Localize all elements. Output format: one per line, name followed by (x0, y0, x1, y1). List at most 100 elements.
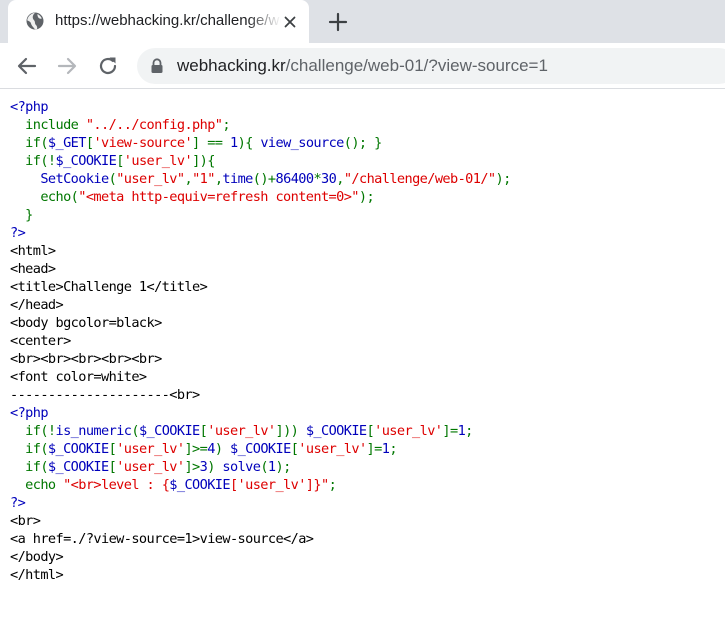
source-token: if( (10, 459, 48, 475)
source-token: 'user_lv' (116, 459, 185, 475)
source-token: <a href=./?view-source=1>view-source</a> (10, 531, 314, 547)
source-line: if($_GET['view-source'] == 1){ view_sour… (10, 134, 720, 152)
source-token: view_source (260, 135, 344, 151)
browser-tab[interactable]: https://webhacking.kr/challenge/web-01/?… (8, 0, 309, 43)
source-token: ]){ (192, 153, 215, 169)
source-token: echo( (10, 189, 79, 205)
source-token: , (184, 171, 193, 187)
source-token: ) (214, 441, 230, 457)
source-token: is_numeric (55, 423, 132, 439)
source-token: if( (10, 135, 48, 151)
source-line: include "../../config.php"; (10, 116, 720, 134)
source-token: "user_lv" (116, 171, 185, 187)
source-line: <head> (10, 260, 720, 278)
source-token: 'user_lv' (374, 423, 443, 439)
address-bar[interactable]: webhacking.kr/challenge/web-01/?view-sou… (137, 48, 725, 84)
source-token: ---------------------<br> (10, 387, 200, 403)
source-token: SetCookie (40, 171, 109, 187)
arrow-left-icon[interactable] (15, 54, 39, 78)
source-token: ; (222, 117, 230, 133)
source-token: 86400 (275, 171, 315, 187)
source-token: ; (389, 441, 397, 457)
source-line: echo("<meta http-equiv=refresh content=0… (10, 188, 720, 206)
source-line: <center> (10, 332, 720, 350)
source-line: </head> (10, 296, 720, 314)
source-line: if($_COOKIE['user_lv']>=4) $_COOKIE['use… (10, 440, 720, 458)
source-line: SetCookie("user_lv","1",time()+86400*30,… (10, 170, 720, 188)
url-host: webhacking.kr (177, 56, 286, 75)
source-token: <br><br><br><br><br> (10, 351, 162, 367)
source-token: <body bgcolor=black> (10, 315, 162, 331)
source-line: </body> (10, 548, 720, 566)
source-token: ] == (192, 135, 230, 151)
source-token: 'user_lv' (123, 153, 193, 169)
source-token: $_COOKIE (138, 423, 200, 439)
source-token: time (222, 171, 253, 187)
url-path: /challenge/web-01/?view-source=1 (285, 56, 548, 75)
source-line: if($_COOKIE['user_lv']>3) solve(1); (10, 458, 720, 476)
source-token: 30 (321, 171, 337, 187)
source-token: "../../config.php" (85, 117, 223, 133)
source-token: 'view-source' (93, 135, 193, 151)
source-token: $_COOKIE (47, 459, 109, 475)
source-token: solve (222, 459, 261, 475)
url-text[interactable]: webhacking.kr/challenge/web-01/?view-sou… (177, 56, 548, 76)
plus-icon[interactable] (327, 11, 349, 33)
source-line: ?> (10, 494, 720, 512)
source-token: 1 (267, 459, 276, 475)
source-token: ?> (10, 225, 26, 241)
lock-icon[interactable] (150, 58, 164, 74)
source-line: <body bgcolor=black> (10, 314, 720, 332)
source-token: ); (358, 189, 375, 205)
source-token: $_COOKIE (47, 441, 109, 457)
source-token: <br> (10, 513, 41, 529)
source-line: <title>Challenge 1</title> (10, 278, 720, 296)
source-token: * (313, 171, 322, 187)
source-line: <font color=white> (10, 368, 720, 386)
source-code-view: <?php include "../../config.php"; if($_G… (10, 98, 720, 598)
source-token: "1" (192, 171, 215, 187)
tab-strip: https://webhacking.kr/challenge/web-01/?… (0, 0, 725, 43)
source-token: ])) (275, 423, 306, 439)
source-token: if( (10, 441, 48, 457)
tab-title: https://webhacking.kr/challenge/web-01/?… (55, 12, 281, 29)
source-token: ]> (184, 459, 200, 475)
source-line: ?> (10, 224, 720, 242)
source-token: ; (328, 477, 337, 493)
source-token: ); (495, 171, 512, 187)
browser-toolbar: webhacking.kr/challenge/web-01/?view-sou… (0, 43, 725, 89)
source-token: $_COOKIE (169, 477, 230, 493)
arrow-right-icon[interactable] (55, 54, 79, 78)
source-token: [ (366, 423, 375, 439)
source-token: ['user_lv']}" (229, 477, 329, 493)
source-token: echo (10, 477, 64, 493)
globe-icon (26, 12, 44, 30)
source-token: $_GET (47, 135, 87, 151)
source-token: <title>Challenge 1</title> (10, 279, 208, 295)
close-icon[interactable] (282, 14, 298, 30)
source-token: ]>= (184, 441, 208, 457)
source-token: ?> (10, 495, 26, 511)
source-token: </html> (10, 567, 64, 583)
source-line: ---------------------<br> (10, 386, 720, 404)
source-line: <a href=./?view-source=1>view-source</a> (10, 530, 720, 548)
source-token: include (10, 117, 86, 133)
source-token (10, 171, 40, 187)
source-line: </html> (10, 566, 720, 584)
source-token: $_COOKIE (55, 153, 117, 169)
source-token: "<meta http-equiv=refresh content=0>" (78, 189, 359, 205)
source-token: ) (207, 459, 223, 475)
source-line: } (10, 206, 720, 224)
source-token: ()+ (252, 171, 276, 187)
source-token: $_COOKIE (305, 423, 367, 439)
source-token: ]= (366, 441, 383, 457)
source-token: ( (131, 423, 139, 439)
reload-icon[interactable] (96, 54, 120, 78)
source-token: ){ (237, 135, 261, 151)
source-token: if(! (10, 153, 56, 169)
source-line: <?php (10, 98, 720, 116)
source-token: $_COOKIE (230, 441, 291, 457)
source-token: 'user_lv' (116, 441, 185, 457)
source-token: </head> (10, 297, 64, 313)
source-token: if(! (10, 423, 56, 439)
